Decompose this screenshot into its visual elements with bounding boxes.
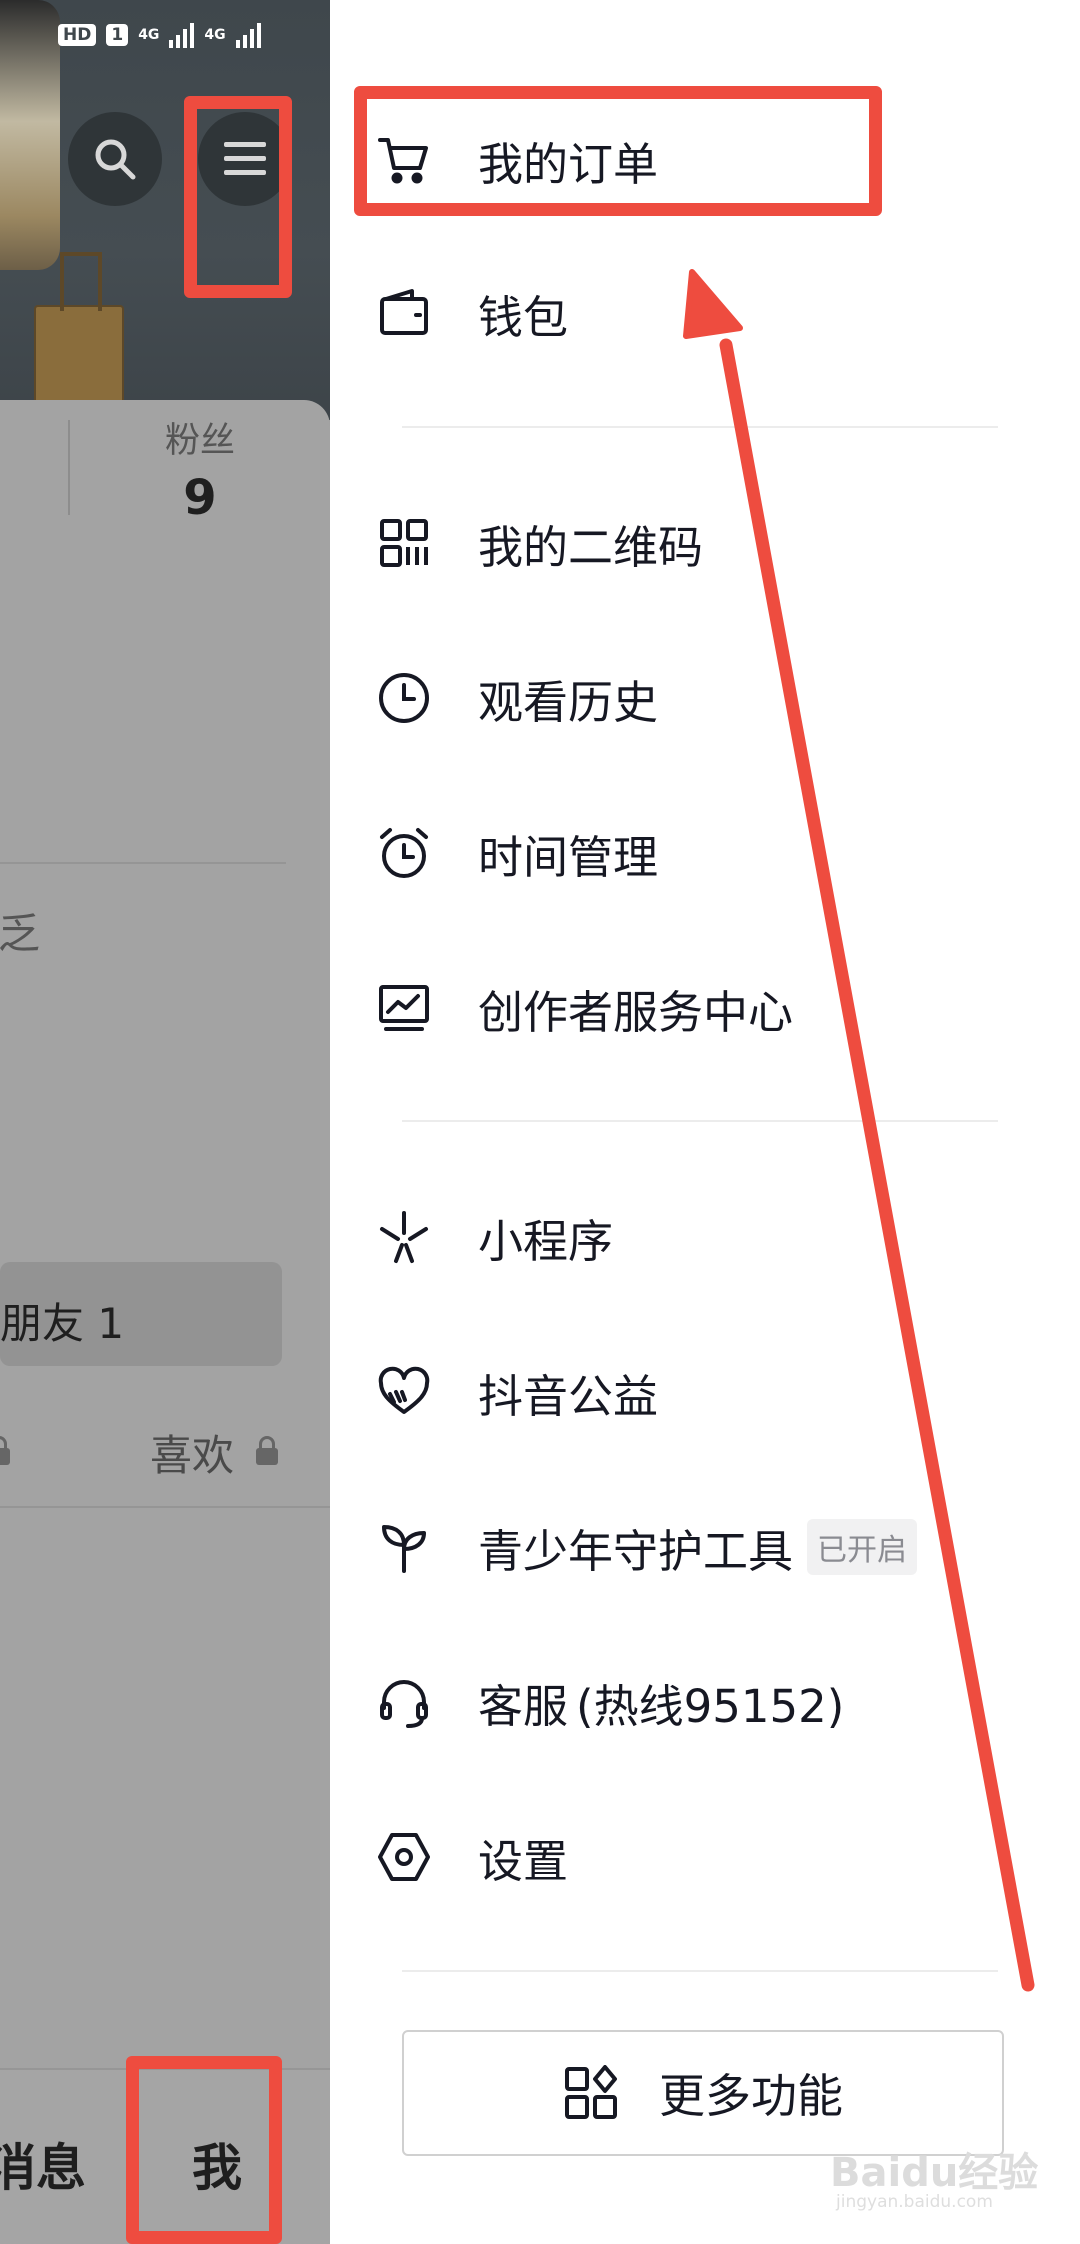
hd-badge: HD bbox=[58, 24, 97, 46]
menu-item-label: 时间管理 bbox=[478, 830, 659, 884]
menu-item-label: 钱包 bbox=[478, 290, 569, 344]
qrcode-icon bbox=[374, 513, 434, 573]
grid-shapes-icon bbox=[565, 2065, 617, 2119]
side-drawer: 我的订单 钱包 我的二维码 观看历史 时间管理 创作者服务中心 小程序 抖音公益… bbox=[330, 0, 1080, 2244]
watermark-url: jingyan.baidu.com bbox=[836, 2192, 993, 2212]
clock-icon bbox=[374, 668, 434, 728]
lock-icon bbox=[0, 1436, 10, 1465]
menu-item-history[interactable]: 观看历史 bbox=[376, 653, 1016, 743]
signal-icon bbox=[169, 22, 195, 48]
more-features-button[interactable]: 更多功能 bbox=[402, 2030, 1004, 2156]
menu-item-mini-programs[interactable]: 小程序 bbox=[376, 1192, 1016, 1282]
menu-item-label: 抖音公益 bbox=[478, 1369, 659, 1423]
banner-figure-image bbox=[0, 0, 60, 270]
profile-page-dimmed: HD 1 4G 4G 粉丝 9 乏 朋友 1 喜欢 消息 我 bbox=[0, 0, 330, 2244]
network-type-1: 4G bbox=[138, 27, 160, 43]
menu-item-label: 客服 bbox=[478, 1679, 569, 1733]
friends-label: 朋友 1 bbox=[0, 1299, 125, 1348]
divider bbox=[402, 426, 998, 428]
divider bbox=[402, 1970, 998, 1972]
wallet-icon bbox=[374, 283, 434, 343]
status-bar: HD 1 4G 4G bbox=[58, 22, 261, 48]
menu-item-label: 小程序 bbox=[478, 1214, 614, 1268]
settings-hexagon-icon bbox=[374, 1827, 434, 1887]
signal-icon bbox=[235, 22, 261, 48]
highlight-box-menu bbox=[184, 96, 292, 298]
menu-item-label: 创作者服务中心 bbox=[478, 985, 794, 1039]
menu-item-label: 观看历史 bbox=[478, 675, 659, 729]
profile-card bbox=[0, 400, 330, 2100]
network-type-2: 4G bbox=[204, 27, 226, 43]
alarm-clock-icon bbox=[374, 823, 434, 883]
search-icon bbox=[95, 139, 136, 180]
menu-item-creator-center[interactable]: 创作者服务中心 bbox=[376, 963, 1016, 1053]
mini-program-icon bbox=[374, 1207, 434, 1267]
menu-item-wallet[interactable]: 钱包 bbox=[376, 268, 1016, 358]
status-badge: 已开启 bbox=[807, 1519, 918, 1575]
more-features-label: 更多功能 bbox=[659, 2069, 843, 2123]
banner-suitcase-image bbox=[34, 252, 124, 409]
menu-item-label: 设置 bbox=[478, 1834, 569, 1888]
tab-likes[interactable]: 喜欢 bbox=[150, 1422, 234, 1483]
highlight-box-me-tab bbox=[126, 2056, 282, 2244]
menu-item-label: 我的二维码 bbox=[478, 520, 704, 574]
divider bbox=[0, 1506, 330, 1508]
divider bbox=[0, 862, 286, 864]
menu-item-customer-service[interactable]: 客服 (热线95152) bbox=[376, 1657, 1016, 1747]
watermark-logo: Baidu经验 bbox=[830, 2150, 1039, 2196]
divider bbox=[402, 1120, 998, 1122]
highlight-box-orders bbox=[354, 86, 882, 216]
search-button[interactable] bbox=[68, 112, 162, 206]
menu-item-youth-protection[interactable]: 青少年守护工具 已开启 bbox=[376, 1502, 1016, 1592]
stats-divider bbox=[68, 420, 70, 515]
headset-icon bbox=[374, 1672, 434, 1732]
heart-hand-icon bbox=[374, 1362, 434, 1422]
lock-icon bbox=[256, 1436, 278, 1465]
fans-label[interactable]: 粉丝 bbox=[150, 412, 250, 463]
menu-item-label: 青少年守护工具 bbox=[478, 1524, 794, 1578]
fans-count[interactable]: 9 bbox=[150, 470, 250, 526]
tab-messages[interactable]: 消息 bbox=[0, 2128, 86, 2200]
sprout-icon bbox=[374, 1517, 434, 1577]
sim-badge: 1 bbox=[106, 24, 129, 46]
hotline-text: (热线95152) bbox=[576, 1679, 845, 1733]
menu-item-charity[interactable]: 抖音公益 bbox=[376, 1347, 1016, 1437]
menu-item-qrcode[interactable]: 我的二维码 bbox=[376, 498, 1016, 588]
partial-text: 乏 bbox=[0, 909, 41, 958]
menu-item-time-management[interactable]: 时间管理 bbox=[376, 808, 1016, 898]
menu-item-settings[interactable]: 设置 bbox=[376, 1812, 1016, 1902]
chart-monitor-icon bbox=[374, 978, 434, 1038]
